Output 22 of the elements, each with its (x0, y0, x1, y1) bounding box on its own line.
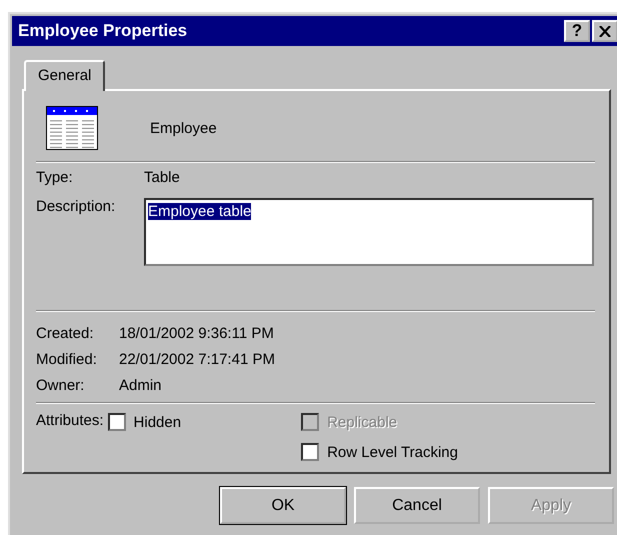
description-field[interactable]: Employee table (144, 198, 594, 266)
field-label: Description: (36, 198, 116, 217)
field-value: 18/01/2002 9:36:11 PM (119, 324, 274, 342)
close-icon (599, 26, 611, 36)
checkbox[interactable]: Hidden (108, 412, 182, 432)
field-value: Table (144, 169, 180, 186)
tab[interactable]: General (24, 60, 106, 91)
field-value: 22/01/2002 7:17:41 PM (119, 350, 275, 368)
close-button[interactable] (592, 20, 617, 42)
field-label: Owner: (36, 376, 86, 394)
table-icon (46, 106, 98, 150)
field-label: Created: (36, 324, 95, 342)
field-label: Modified: (36, 350, 98, 368)
object-name: Employee (150, 120, 217, 136)
help-button[interactable]: ? (564, 20, 590, 42)
dialog-button[interactable]: Cancel (354, 487, 480, 524)
attributes-label: Attributes: (36, 412, 104, 429)
checkbox[interactable]: Row Level Tracking (301, 442, 458, 462)
field-value: Admin (119, 376, 162, 394)
dialog-button[interactable]: OK (220, 487, 346, 524)
window-title: Employee Properties (18, 21, 188, 41)
field-label: Type: (36, 169, 74, 186)
